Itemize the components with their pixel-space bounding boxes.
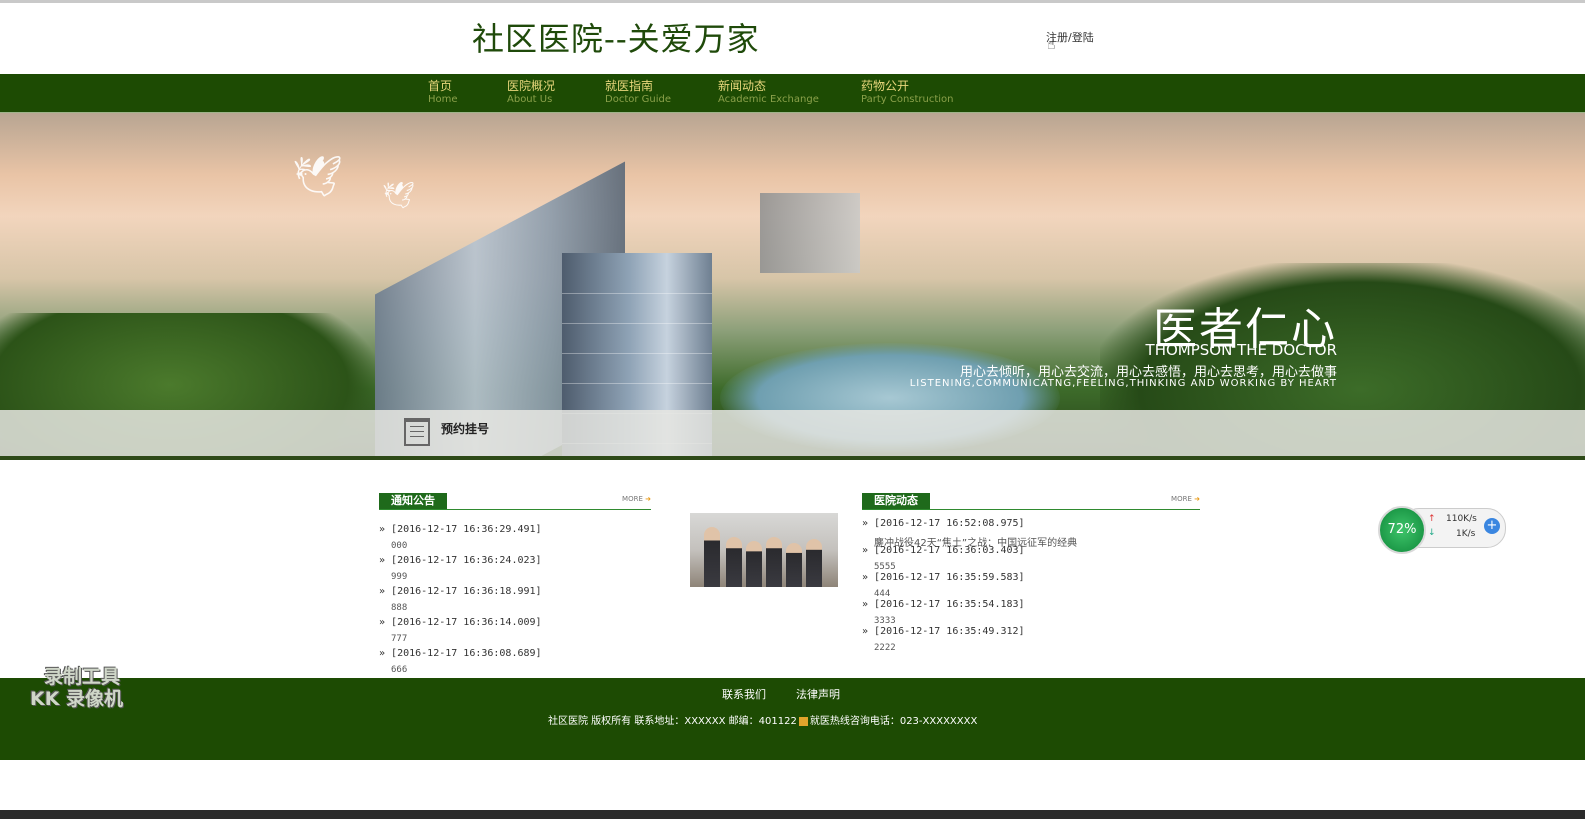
notice-text: 777 (391, 634, 408, 644)
notice-item[interactable]: » [2016-12-17 16:36:24.023] (379, 555, 542, 566)
download-speed: 1K/s (1456, 529, 1476, 539)
nav-label: 首页 (428, 79, 453, 93)
news-item[interactable]: » [2016-12-17 16:36:03.403] (862, 545, 1025, 556)
nav-item-guide[interactable]: 就医指南 Doctor Guide (605, 80, 671, 106)
hospital-news-more-link[interactable]: MORE ➜ (1171, 495, 1200, 503)
notices-more-link[interactable]: MORE ➜ (622, 495, 651, 503)
site-footer: 联系我们 法律声明 社区医院 版权所有 联系地址：XXXXXX 邮编：40112… (0, 678, 1585, 760)
notices-header: 通知公告 MORE ➜ (379, 493, 651, 510)
hospital-news-title: 医院动态 (862, 493, 930, 509)
site-title: 社区医院--关爱万家 (472, 20, 760, 58)
news-item[interactable]: » [2016-12-17 16:52:08.975] (862, 518, 1025, 529)
nav-item-about[interactable]: 医院概况 About Us (507, 80, 555, 106)
banner-building-small (760, 193, 860, 273)
news-item[interactable]: » [2016-12-17 16:35:54.183] (862, 599, 1025, 610)
banner-motto-en: LISTENING,COMMUNICATNG,FEELING,THINKING … (909, 378, 1337, 389)
notice-item[interactable]: » [2016-12-17 16:36:14.009] (379, 617, 542, 628)
nav-label: 就医指南 (605, 79, 654, 93)
notice-text: 999 (391, 572, 408, 582)
contact-us-link[interactable]: 联系我们 (722, 686, 766, 702)
news-text: 444 (874, 589, 891, 599)
meeting-photo (690, 513, 838, 587)
notices-title: 通知公告 (379, 493, 447, 509)
news-item[interactable]: » [2016-12-17 16:35:49.312] (862, 626, 1025, 637)
nav-sublabel: About Us (507, 94, 553, 105)
nav-sublabel: Academic Exchange (718, 94, 819, 105)
banner-slogan-en: THOMPSON THE DOCTOR (1145, 341, 1337, 359)
download-arrow-icon: ↓ (1428, 528, 1436, 538)
dove-icon: 🕊 (382, 181, 416, 211)
dove-icon: 🕊 (292, 154, 343, 200)
upload-arrow-icon: ↑ (1428, 514, 1436, 524)
nav-item-drugs[interactable]: 药物公开 Party Construction (861, 80, 954, 106)
hand-cursor-icon: ☝ (1047, 37, 1056, 53)
nav-sublabel: Home (428, 94, 458, 105)
notice-text: 000 (391, 541, 408, 551)
nav-label: 医院概况 (507, 79, 556, 93)
hero-banner: 🕊 🕊 医者仁心 THOMPSON THE DOCTOR 用心去倾听，用心去交流… (0, 113, 1585, 458)
footer-copyright: 社区医院 版权所有 联系地址：XXXXXX 邮编：401122 就医热线咨询电话：… (548, 716, 978, 727)
calendar-icon[interactable] (404, 418, 430, 446)
appointment-link[interactable]: 预约挂号 (441, 420, 489, 437)
notice-item[interactable]: » [2016-12-17 16:36:08.689] (379, 648, 542, 659)
banner-divider (0, 456, 1585, 460)
nav-label: 新闻动态 (718, 79, 767, 93)
news-text: 5555 (874, 562, 896, 572)
notice-item[interactable]: » [2016-12-17 16:36:18.991] (379, 586, 542, 597)
network-speed-widget[interactable]: 72% ↑ 110K/s ↓ 1K/s + (1378, 506, 1506, 554)
news-text: 3333 (874, 616, 896, 626)
main-nav: 首页 Home 医院概况 About Us 就医指南 Doctor Guide … (0, 74, 1585, 113)
taskbar-strip (0, 810, 1585, 819)
nav-item-news[interactable]: 新闻动态 Academic Exchange (718, 80, 819, 106)
hospital-news-header: 医院动态 MORE ➜ (862, 493, 1200, 510)
plus-icon[interactable]: + (1484, 518, 1500, 534)
legal-notice-link[interactable]: 法律声明 (796, 686, 840, 702)
phone-icon (798, 716, 808, 726)
news-text: 2222 (874, 643, 896, 653)
appointment-bar (0, 410, 1585, 456)
notice-text: 888 (391, 603, 408, 613)
upload-speed: 110K/s (1446, 514, 1477, 524)
recorder-watermark: 录制工具 KK 录像机 (30, 666, 124, 710)
nav-sublabel: Party Construction (861, 94, 954, 105)
nav-item-home[interactable]: 首页 Home (428, 80, 458, 106)
nav-sublabel: Doctor Guide (605, 94, 672, 105)
notice-text: 666 (391, 665, 408, 675)
news-item[interactable]: » [2016-12-17 16:35:59.583] (862, 572, 1025, 583)
speed-percent: 72% (1378, 506, 1426, 554)
notice-item[interactable]: » [2016-12-17 16:36:29.491] (379, 524, 542, 535)
nav-label: 药物公开 (861, 79, 910, 93)
top-border (0, 0, 1585, 3)
